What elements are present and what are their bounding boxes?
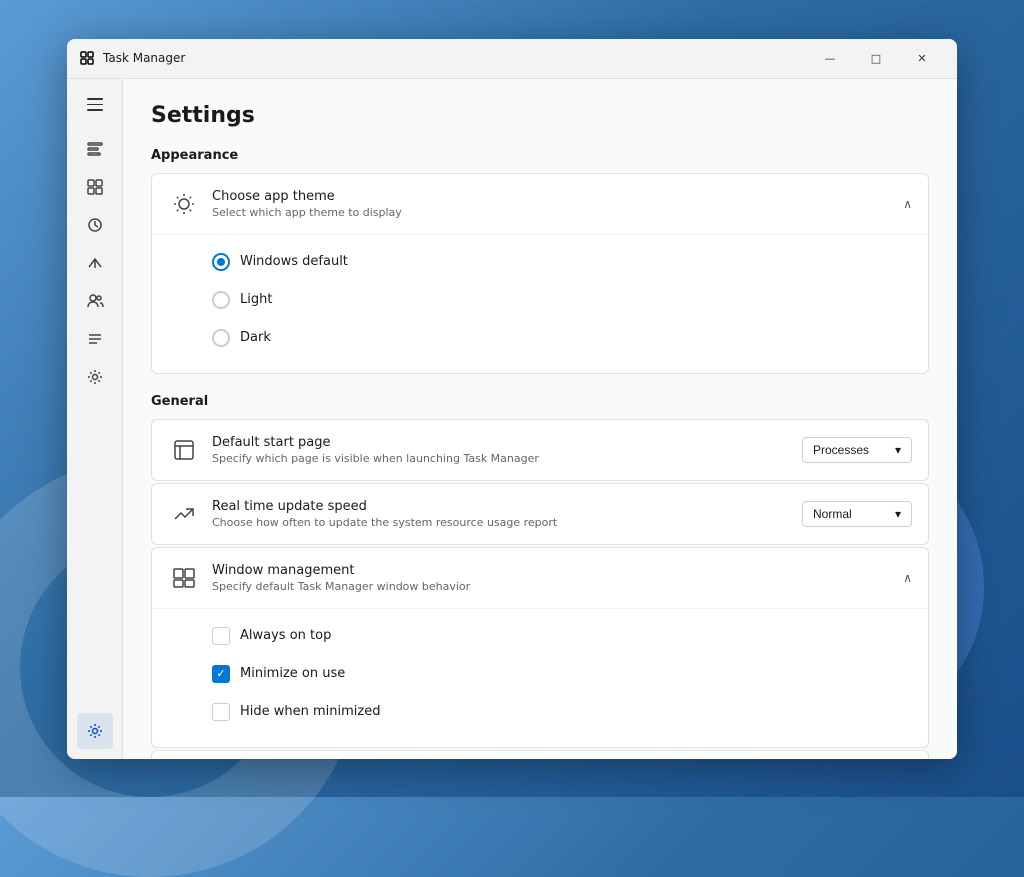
realtime-update-header: Real time update speed Choose how often … [152,484,928,544]
radio-circle-dark [212,329,230,347]
realtime-card-text: Real time update speed Choose how often … [212,499,802,529]
checkbox-label-minimize-on-use: Minimize on use [240,666,345,681]
realtime-card-subtitle: Choose how often to update the system re… [212,516,802,529]
sidebar-item-performance[interactable] [77,169,113,205]
sidebar-item-services[interactable] [77,359,113,395]
checkbox-box-minimize-on-use [212,665,230,683]
window-controls: — □ ✕ [807,42,945,74]
appearance-card-text: Choose app theme Select which app theme … [212,189,903,219]
general-section-label: General [151,394,929,409]
start-page-dropdown[interactable]: Processes ▾ [802,437,912,463]
window-management-text: Window management Specify default Task M… [212,563,903,593]
window-title: Task Manager [103,51,807,65]
close-button[interactable]: ✕ [899,42,945,74]
start-page-icon [168,434,200,466]
start-page-card-subtitle: Specify which page is visible when launc… [212,452,802,465]
titlebar: Task Manager — □ ✕ [67,39,957,79]
sidebar-item-app-history[interactable] [77,207,113,243]
appearance-section-label: Appearance [151,148,929,163]
realtime-dropdown-value: Normal [813,507,852,521]
hamburger-line [87,98,103,100]
hamburger-line [87,109,103,111]
checkbox-box-always-on-top [212,627,230,645]
content-area: Settings Appearance Choose app theme Sel… [67,79,957,759]
window-management-chevron-icon: ∧ [903,571,912,585]
sidebar-item-users[interactable] [77,283,113,319]
sidebar-item-startup[interactable] [77,245,113,281]
sidebar-bottom [77,713,113,751]
hamburger-button[interactable] [77,87,113,123]
radio-circle-light [212,291,230,309]
start-page-card-text: Default start page Specify which page is… [212,435,802,465]
window-management-title: Window management [212,563,903,578]
realtime-card-title: Real time update speed [212,499,802,514]
appearance-card-title: Choose app theme [212,189,903,204]
realtime-dropdown-chevron: ▾ [895,507,901,521]
radio-light[interactable]: Light [212,281,912,319]
radio-label-dark: Dark [240,330,271,345]
main-panel: Settings Appearance Choose app theme Sel… [123,79,957,759]
window-management-body: Always on top Minimize on use Hide when … [152,608,928,747]
page-title: Settings [151,103,929,128]
checkbox-hide-when-minimized[interactable]: Hide when minimized [212,693,912,731]
realtime-update-card: Real time update speed Choose how often … [151,483,929,545]
other-options-card: Other options Some additional options fo… [151,750,929,759]
appearance-card: Choose app theme Select which app theme … [151,173,929,374]
sidebar-item-details[interactable] [77,321,113,357]
start-page-dropdown-chevron: ▾ [895,443,901,457]
realtime-dropdown[interactable]: Normal ▾ [802,501,912,527]
checkbox-always-on-top[interactable]: Always on top [212,617,912,655]
checkbox-label-always-on-top: Always on top [240,628,331,643]
theme-icon [168,188,200,220]
window-management-icon [168,562,200,594]
sidebar [67,79,123,759]
appearance-card-subtitle: Select which app theme to display [212,206,903,219]
app-icon [79,50,95,66]
radio-label-windows-default: Windows default [240,254,348,269]
checkbox-minimize-on-use[interactable]: Minimize on use [212,655,912,693]
window-management-subtitle: Specify default Task Manager window beha… [212,580,903,593]
sidebar-item-settings[interactable] [77,713,113,749]
minimize-button[interactable]: — [807,42,853,74]
radio-dark[interactable]: Dark [212,319,912,357]
radio-circle-windows-default [212,253,230,271]
sidebar-item-processes[interactable] [77,131,113,167]
start-page-card-title: Default start page [212,435,802,450]
maximize-button[interactable]: □ [853,42,899,74]
appearance-chevron-icon: ∧ [903,197,912,211]
start-page-dropdown-value: Processes [813,443,869,457]
other-options-header[interactable]: Other options Some additional options fo… [152,751,928,759]
default-start-page-header: Default start page Specify which page is… [152,420,928,480]
appearance-card-header[interactable]: Choose app theme Select which app theme … [152,174,928,234]
checkbox-label-hide-when-minimized: Hide when minimized [240,704,381,719]
hamburger-line [87,104,103,106]
radio-label-light: Light [240,292,272,307]
default-start-page-card: Default start page Specify which page is… [151,419,929,481]
window-management-card: Window management Specify default Task M… [151,547,929,748]
appearance-card-body: Windows default Light Dark [152,234,928,373]
window-management-header[interactable]: Window management Specify default Task M… [152,548,928,608]
task-manager-window: Task Manager — □ ✕ [67,39,957,759]
checkbox-box-hide-when-minimized [212,703,230,721]
radio-windows-default[interactable]: Windows default [212,243,912,281]
realtime-icon [168,498,200,530]
